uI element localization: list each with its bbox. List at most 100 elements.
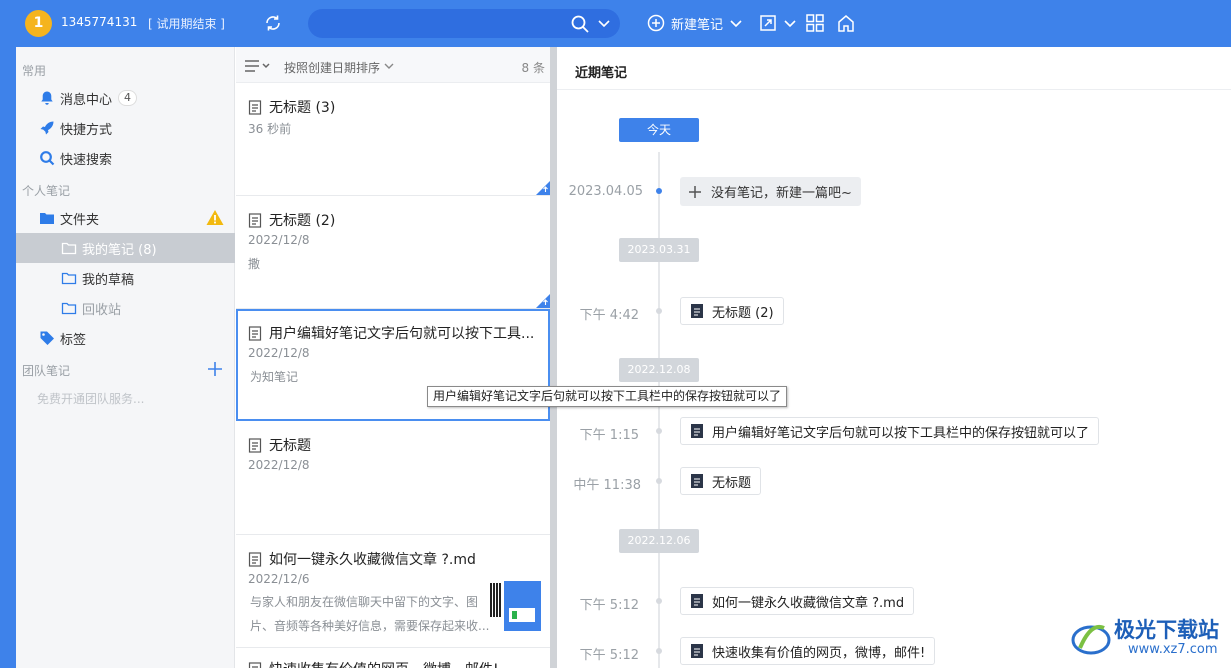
timeline-time: 下午 5:12	[579, 648, 639, 663]
document-icon	[691, 594, 703, 608]
list-item[interactable]: 无标题 2022/12/8	[236, 421, 550, 535]
timeline-time: 下午 4:42	[579, 308, 639, 323]
thumbnail-image	[504, 581, 541, 631]
note-preview: 撒	[248, 257, 261, 271]
sidebar-item-folders[interactable]: 文件夹	[16, 203, 235, 233]
team-service-hint[interactable]: 免费开通团队服务...	[37, 390, 144, 407]
timeline-note[interactable]: 无标题 (2)	[680, 297, 784, 325]
timeline-time: 下午 1:15	[579, 428, 639, 443]
sidebar-item-messages[interactable]: 消息中心 4	[16, 83, 235, 113]
top-toolbar: 1 1345774131 [ 试用期结束 ] 新建笔记	[0, 0, 1231, 47]
document-icon	[248, 99, 262, 115]
timeline-time: 下午 5:12	[579, 598, 639, 613]
note-date: 2022/12/8	[248, 346, 310, 360]
sync-corner-icon	[536, 294, 550, 308]
timeline-dot	[656, 308, 662, 314]
avatar[interactable]: 1	[25, 10, 52, 37]
timeline-note[interactable]: 如何一键永久收藏微信文章 ?.md	[680, 587, 915, 615]
chevron-down-icon[interactable]	[597, 16, 611, 30]
chevron-down-icon[interactable]	[729, 16, 743, 30]
search-icon[interactable]	[570, 14, 590, 34]
sort-selector[interactable]: 按照创建日期排序	[284, 59, 380, 76]
note-preview: 片、音频等各种美好信息，需要保存起来收...	[250, 619, 490, 633]
timeline-note-title: 用户编辑好笔记文字后句就可以按下工具栏中的保存按钮就可以了	[712, 425, 1090, 441]
timeline-dot	[656, 478, 662, 484]
add-team-icon[interactable]	[207, 361, 223, 377]
section-common: 常用	[22, 64, 47, 78]
new-note-prompt[interactable]: 没有笔记，新建一篇吧~	[680, 177, 861, 206]
chevron-down-icon[interactable]	[783, 13, 797, 33]
note-title-text: 如何一键永久收藏微信文章 ?.md	[269, 552, 476, 568]
new-note-button[interactable]: 新建笔记	[647, 13, 743, 33]
sidebar-item-tags[interactable]: 标签	[16, 323, 235, 353]
note-preview: 为知笔记	[250, 370, 299, 384]
note-list-scrollbar[interactable]	[550, 47, 557, 668]
note-date: 2022/12/8	[248, 458, 310, 472]
list-item[interactable]: 无标题 (3) 36 秒前	[236, 83, 550, 196]
sidebar-item-label: 我的笔记 (8)	[82, 242, 157, 258]
note-title: 无标题 (3)	[248, 97, 335, 117]
sidebar-item-my-drafts[interactable]: 我的草稿	[16, 263, 235, 293]
note-title: 无标题	[248, 435, 311, 455]
note-count: 8 条	[521, 61, 545, 75]
timeline-note-title: 无标题	[712, 475, 752, 491]
timeline-note-title: 快速收集有价值的网页，微博，邮件!	[712, 645, 926, 661]
list-item[interactable]: 无标题 (2) 2022/12/8 撒	[236, 196, 550, 309]
sync-icon[interactable]	[263, 13, 283, 33]
qr-code-thumbnail	[490, 583, 502, 617]
sidebar-item-recycle-bin[interactable]: 回收站	[16, 293, 235, 323]
timeline-note[interactable]: 快速收集有价值的网页，微博，邮件!	[680, 637, 936, 665]
note-list: 按照创建日期排序 8 条 无标题 (3) 36 秒前 无标题 (2) 2022/…	[236, 47, 550, 668]
site-watermark: 极光下载站 www.xz7.com	[1068, 612, 1228, 664]
trial-status[interactable]: [ 试用期结束 ]	[148, 15, 225, 32]
timeline-dot	[656, 188, 662, 194]
sidebar-item-label: 我的草稿	[82, 272, 135, 288]
sidebar-item-label: 消息中心	[60, 92, 113, 108]
document-icon	[691, 644, 703, 658]
timeline-dot	[656, 428, 662, 434]
sidebar-item-quick-search[interactable]: 快速搜索	[16, 143, 235, 173]
sidebar-item-label: 快捷方式	[60, 122, 113, 138]
bell-icon	[41, 91, 53, 105]
note-date: 36 秒前	[248, 122, 292, 136]
home-icon[interactable]	[836, 13, 856, 33]
date-chip: 2023.03.31	[619, 238, 699, 262]
chevron-down-icon[interactable]	[384, 62, 394, 70]
note-title-text: 快速收集有价值的网页，微博，邮件!	[269, 659, 499, 668]
message-count-badge: 4	[118, 90, 138, 106]
document-icon	[248, 551, 262, 567]
date-chip: 2022.12.06	[619, 529, 699, 553]
sync-corner-icon	[536, 181, 550, 195]
panel-title: 近期笔记	[575, 66, 628, 81]
timeline-note-title: 无标题 (2)	[712, 305, 774, 321]
note-title-text: 无标题 (3)	[269, 100, 336, 116]
note-preview: 与家人和朋友在微信聊天中留下的文字、图	[250, 595, 479, 609]
recent-notes-panel: 近期笔记 今天 2023.04.05 没有笔记，新建一篇吧~ 2023.03.3…	[557, 47, 1231, 668]
sidebar-item-my-notes[interactable]: 我的笔记 (8)	[16, 233, 235, 263]
document-icon	[248, 661, 262, 668]
note-date: 2022/12/8	[248, 233, 310, 247]
section-personal-notes: 个人笔记	[22, 184, 71, 198]
account-name[interactable]: 1345774131	[61, 15, 137, 29]
sidebar-item-label: 文件夹	[60, 212, 100, 228]
tag-icon	[40, 331, 54, 345]
list-item[interactable]: 快速收集有价值的网页，微博，邮件!	[236, 648, 550, 668]
timeline-note[interactable]: 用户编辑好笔记文字后句就可以按下工具栏中的保存按钮就可以了	[680, 417, 1100, 445]
expand-icon[interactable]	[758, 13, 778, 33]
watermark-url: www.xz7.com	[1128, 642, 1218, 657]
note-title: 用户编辑好笔记文字后句就可以按下工具...	[248, 323, 534, 343]
list-view-icon[interactable]	[244, 59, 270, 73]
divider	[557, 89, 1231, 90]
note-title-text: 无标题 (2)	[269, 213, 336, 229]
note-title: 快速收集有价值的网页，微博，邮件!	[248, 659, 499, 668]
document-icon	[248, 212, 262, 228]
timeline-note[interactable]: 无标题	[680, 467, 762, 495]
grid-icon[interactable]	[805, 13, 825, 33]
sidebar-item-label: 快速搜索	[60, 152, 113, 168]
note-date: 2022/12/6	[248, 572, 310, 586]
timeline-time: 2023.04.05	[568, 184, 643, 199]
sidebar-item-label: 回收站	[82, 302, 122, 318]
list-item[interactable]: 如何一键永久收藏微信文章 ?.md 2022/12/6 与家人和朋友在微信聊天中…	[236, 535, 550, 648]
sidebar-item-shortcuts[interactable]: 快捷方式	[16, 113, 235, 143]
warning-icon[interactable]	[206, 209, 224, 226]
